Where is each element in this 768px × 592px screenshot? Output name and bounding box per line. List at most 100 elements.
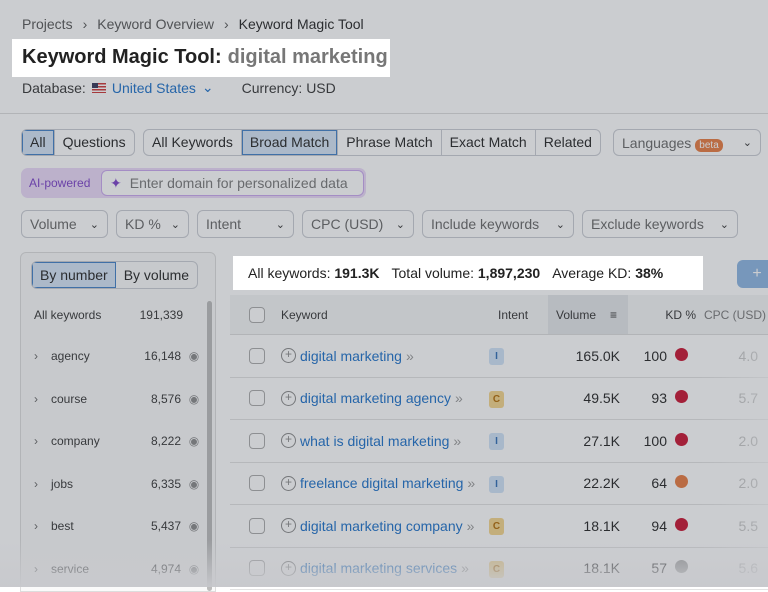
kd-value: 64 [651, 475, 667, 492]
divider [0, 113, 768, 114]
double-chevron-icon[interactable]: » [467, 518, 475, 534]
chevron-right-icon[interactable]: › [21, 477, 51, 491]
intent-badge: C [489, 390, 504, 408]
tab-exact-match[interactable]: Exact Match [442, 130, 536, 155]
filter-volume[interactable]: Volume ⌄ [21, 210, 108, 238]
group-sort-toggle: By number By volume [31, 261, 199, 289]
breadcrumb: Projects › Keyword Overview › Keyword Magi… [22, 16, 364, 32]
header-intent[interactable]: Intent [498, 308, 548, 322]
row-checkbox[interactable] [249, 432, 265, 449]
header-kd[interactable]: KD % [628, 308, 696, 322]
match-type-group: All Keywords Broad Match Phrase Match Ex… [143, 129, 601, 156]
filter-exclude-keywords[interactable]: Exclude keywords ⌄ [582, 210, 738, 238]
kd-value: 93 [651, 390, 667, 407]
double-chevron-icon[interactable]: » [453, 433, 461, 449]
breadcrumb-projects[interactable]: Projects [22, 16, 73, 32]
volume-value: 18.1K [583, 560, 620, 577]
tab-questions[interactable]: Questions [55, 130, 134, 155]
volume-value: 49.5K [583, 390, 620, 407]
keyword-link[interactable]: digital marketing agency [300, 390, 451, 406]
add-keyword-icon[interactable]: + [281, 560, 296, 576]
filter-bar: Volume ⌄ KD % ⌄ Intent ⌄ CPC (USD) ⌄ Include… [21, 210, 738, 238]
scrollbar[interactable] [207, 301, 212, 591]
header-cpc[interactable]: CPC (USD) [696, 308, 766, 322]
chevron-down-icon: ⌄ [395, 218, 405, 231]
add-keyword-icon[interactable]: + [281, 390, 296, 406]
filter-include-keywords[interactable]: Include keywords ⌄ [422, 210, 574, 238]
row-checkbox[interactable] [249, 347, 265, 364]
row-checkbox[interactable] [249, 560, 265, 577]
kd-difficulty-dot [675, 517, 688, 531]
double-chevron-icon[interactable]: » [467, 475, 475, 491]
chevron-right-icon[interactable]: › [21, 519, 51, 533]
sidebar-all-keywords[interactable]: All keywords 191,339 [21, 294, 207, 336]
keyword-link[interactable]: digital marketing services [300, 560, 457, 576]
double-chevron-icon[interactable]: » [406, 348, 414, 364]
keyword-link[interactable]: what is digital marketing [300, 433, 449, 449]
sidebar-group-item[interactable]: › course 8,576 ◉ [21, 378, 207, 420]
sidebar-group-item[interactable]: › best 5,437 ◉ [21, 505, 207, 547]
kd-value: 94 [651, 517, 667, 534]
by-number-button[interactable]: By number [32, 262, 116, 288]
filter-cpc[interactable]: CPC (USD) ⌄ [302, 210, 414, 238]
cpc-value: 5.5 [738, 517, 758, 534]
domain-input[interactable]: ✦ Enter domain for personalized data [101, 170, 364, 196]
chevron-right-icon[interactable]: › [21, 434, 51, 448]
add-to-list-button[interactable]: + [737, 260, 768, 288]
eye-icon[interactable]: ◉ [181, 349, 207, 363]
tab-related[interactable]: Related [536, 130, 600, 155]
double-chevron-icon[interactable]: » [461, 560, 469, 576]
intent-badge: I [489, 348, 504, 366]
sidebar-group-item[interactable]: › agency 16,148 ◉ [21, 335, 207, 377]
eye-icon[interactable]: ◉ [181, 477, 207, 491]
breadcrumb-keyword-overview[interactable]: Keyword Overview [97, 16, 214, 32]
database-select[interactable]: United States [112, 80, 196, 96]
chevron-down-icon[interactable]: ⌄ [202, 79, 214, 96]
add-keyword-icon[interactable]: + [281, 475, 296, 491]
kd-value: 57 [651, 560, 667, 577]
sidebar-group-item[interactable]: › service 4,974 ◉ [21, 548, 207, 590]
by-volume-button[interactable]: By volume [116, 262, 197, 288]
eye-icon[interactable]: ◉ [181, 392, 207, 406]
keyword-link[interactable]: digital marketing [300, 348, 402, 364]
add-keyword-icon[interactable]: + [281, 348, 296, 364]
keyword-link[interactable]: freelance digital marketing [300, 475, 463, 491]
chevron-right-icon[interactable]: › [21, 392, 51, 406]
database-label: Database: [22, 79, 86, 96]
tab-all[interactable]: All [22, 130, 55, 155]
chevron-right-icon[interactable]: › [21, 562, 51, 576]
keyword-link[interactable]: digital marketing company [300, 518, 463, 534]
row-checkbox[interactable] [249, 475, 265, 492]
domain-placeholder: Enter domain for personalized data [129, 175, 348, 191]
sidebar-group-item[interactable]: › company 8,222 ◉ [21, 420, 207, 462]
eye-icon[interactable]: ◉ [181, 519, 207, 533]
volume-value: 18.1K [583, 517, 620, 534]
cpc-value: 4.0 [738, 347, 758, 364]
tab-all-keywords[interactable]: All Keywords [144, 130, 242, 155]
tab-phrase-match[interactable]: Phrase Match [338, 130, 442, 155]
header-volume[interactable]: Volume ≡ [548, 295, 628, 334]
table-row: + digital marketing agency» C 49.5K 93 5.7 [230, 378, 768, 420]
filter-kd[interactable]: KD % ⌄ [116, 210, 189, 238]
tab-broad-match[interactable]: Broad Match [241, 130, 339, 155]
chevron-right-icon: › [223, 16, 229, 32]
chevron-right-icon[interactable]: › [21, 349, 51, 363]
chevron-down-icon: ⌄ [719, 218, 729, 231]
add-keyword-icon[interactable]: + [281, 518, 296, 534]
intent-badge: I [489, 433, 504, 451]
keyword-groups-sidebar: By number By volume All keywords 191,339 … [20, 252, 216, 592]
select-all-checkbox[interactable] [249, 306, 265, 323]
sidebar-group-item[interactable]: › jobs 6,335 ◉ [21, 463, 207, 505]
row-checkbox[interactable] [249, 390, 265, 407]
eye-icon[interactable]: ◉ [181, 562, 207, 576]
double-chevron-icon[interactable]: » [455, 390, 463, 406]
eye-icon[interactable]: ◉ [181, 434, 207, 448]
sort-icon: ≡ [610, 307, 618, 322]
keyword-stats: All keywords: 191.3K Total volume: 1,897… [233, 256, 703, 290]
add-keyword-icon[interactable]: + [281, 433, 296, 449]
intent-badge: C [489, 518, 504, 536]
question-filter-group: All Questions [21, 129, 135, 156]
languages-dropdown[interactable]: Languages beta ⌄ [613, 129, 761, 156]
row-checkbox[interactable] [249, 517, 265, 534]
filter-intent[interactable]: Intent ⌄ [197, 210, 294, 238]
